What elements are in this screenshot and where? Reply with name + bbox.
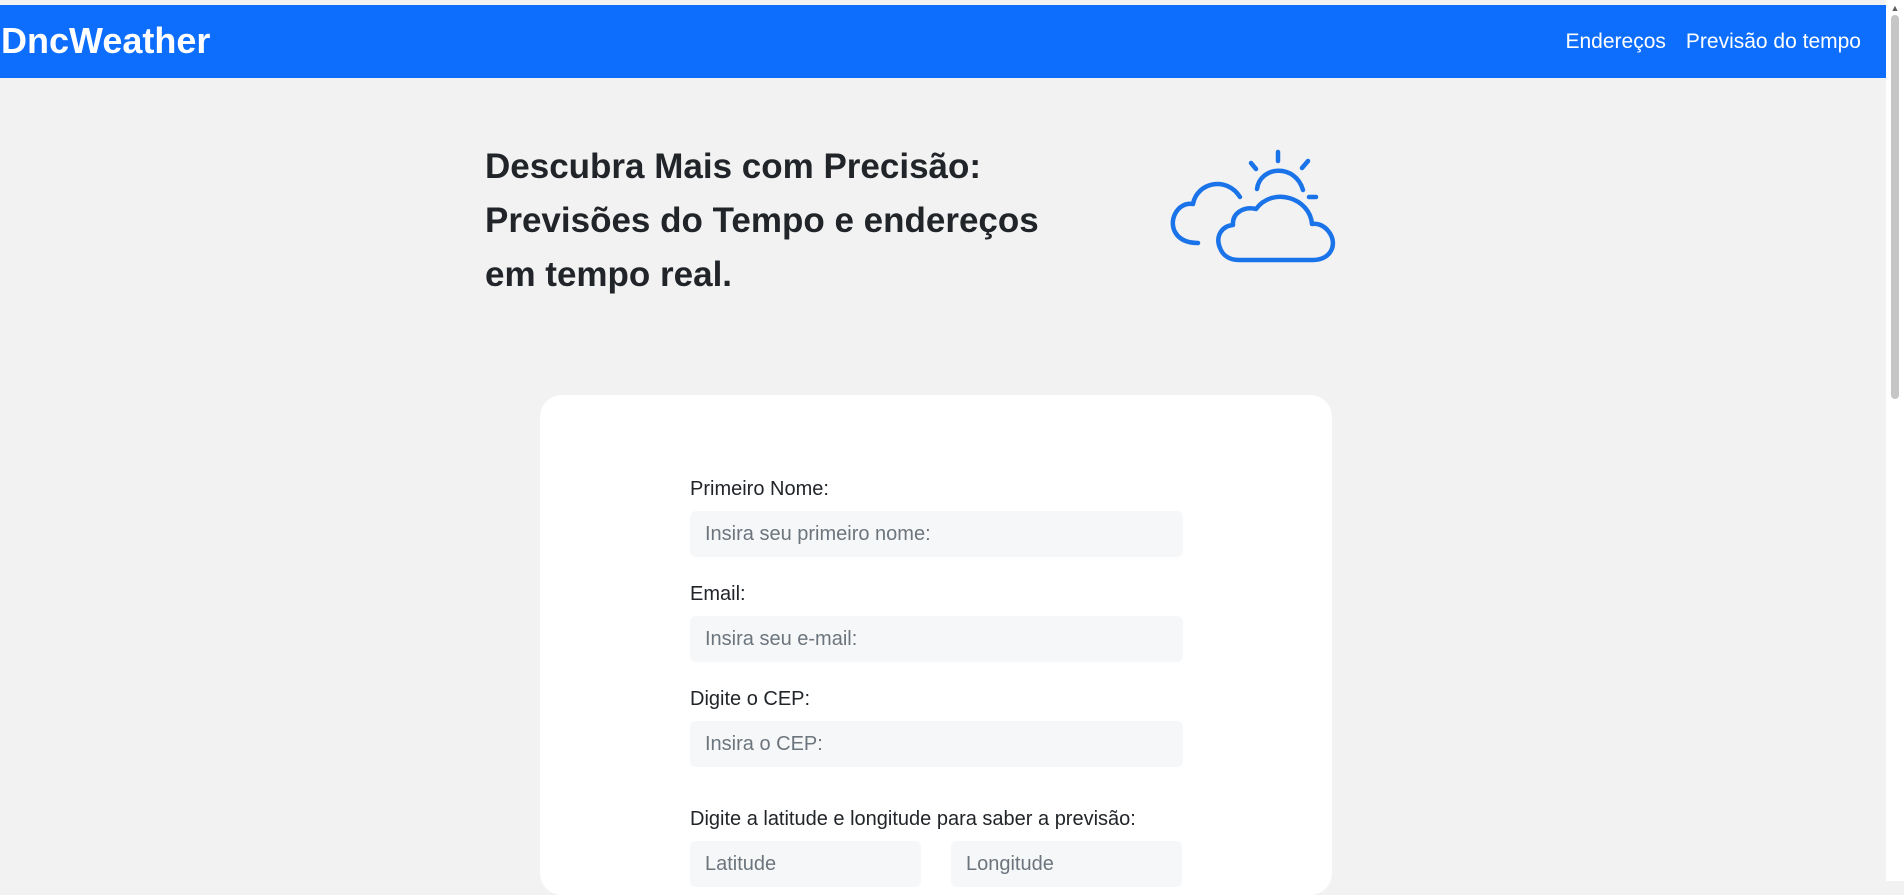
first-name-label: Primeiro Nome: (690, 478, 829, 500)
scroll-up-arrow-icon[interactable]: ▲ (1888, 3, 1902, 13)
brand-logo[interactable]: DncWeather (1, 21, 210, 61)
email-label: Email: (690, 583, 746, 605)
coordinates-label: Digite a latitude e longitude para saber… (690, 808, 1136, 830)
address-weather-form: Primeiro Nome: Email: Digite o CEP: Digi… (690, 477, 1183, 887)
longitude-input[interactable] (951, 841, 1182, 887)
vertical-scrollbar[interactable]: ▲ (1886, 0, 1904, 881)
form-card: Primeiro Nome: Email: Digite o CEP: Digi… (540, 395, 1332, 895)
partly-cloudy-icon (1170, 149, 1336, 263)
cep-group: Digite o CEP: (690, 687, 1183, 767)
hero-title: Descubra Mais com Precisão: Previsões do… (485, 147, 1039, 294)
email-group: Email: (690, 582, 1183, 662)
nav-links: Endereços Previsão do tempo (1565, 29, 1861, 54)
scroll-thumb[interactable] (1891, 15, 1899, 399)
latitude-input[interactable] (690, 841, 921, 887)
cep-input[interactable] (690, 721, 1183, 767)
first-name-group: Primeiro Nome: (690, 477, 1183, 557)
nav-link-previsao[interactable]: Previsão do tempo (1686, 29, 1861, 54)
email-input[interactable] (690, 616, 1183, 662)
navbar: DncWeather Endereços Previsão do tempo (0, 5, 1886, 78)
cep-label: Digite o CEP: (690, 688, 811, 710)
coordinates-row (690, 841, 1183, 887)
nav-link-enderecos[interactable]: Endereços (1565, 29, 1665, 54)
hero-section: Descubra Mais com Precisão: Previsões do… (485, 140, 1345, 310)
first-name-input[interactable] (690, 511, 1183, 557)
